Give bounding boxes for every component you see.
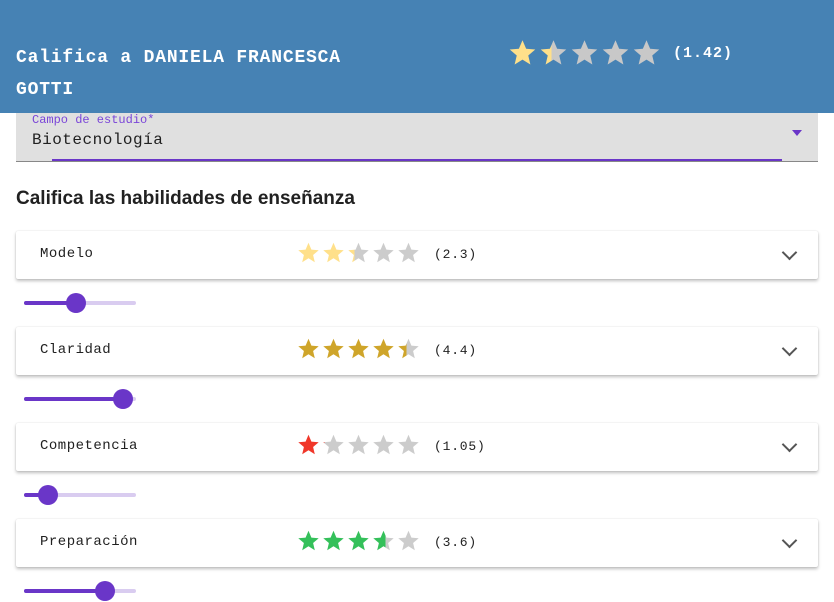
slider-thumb[interactable] <box>94 581 115 601</box>
slider-thumb[interactable] <box>112 389 133 409</box>
star-icon <box>398 242 419 263</box>
skill-slider-claridad[interactable] <box>24 389 136 409</box>
star-icon <box>298 338 319 359</box>
skill-rating-stars <box>296 337 421 361</box>
star-icon <box>348 530 369 551</box>
field-of-study-select[interactable]: Campo de estudio* Biotecnología <box>16 113 818 162</box>
skill-rating-stars <box>296 529 421 553</box>
chevron-down-icon[interactable] <box>781 436 798 453</box>
star-icon <box>398 338 419 359</box>
skill-rating-score: (1.05) <box>434 439 486 454</box>
star-icon <box>602 40 629 65</box>
field-underline <box>52 159 782 161</box>
chevron-down-icon[interactable] <box>781 340 798 357</box>
skill-card-preparacion[interactable]: Preparación (3.6) <box>16 519 818 567</box>
slider-fill <box>24 589 105 593</box>
star-icon <box>540 40 567 65</box>
star-icon <box>298 530 319 551</box>
skill-slider-modelo[interactable] <box>24 293 136 313</box>
app-header: Califica a DANIELA FRANCESCA GOTTI (1.42… <box>0 0 834 113</box>
skill-label: Modelo <box>40 246 94 262</box>
skill-rating-score: (4.4) <box>434 343 478 358</box>
dropdown-arrow-icon[interactable] <box>792 130 802 136</box>
skill-card-modelo[interactable]: Modelo (2.3) <box>16 231 818 279</box>
star-icon <box>373 434 394 455</box>
field-of-study-value[interactable]: Biotecnología <box>32 131 163 149</box>
star-icon <box>398 530 419 551</box>
star-icon <box>633 40 660 65</box>
star-icon <box>323 530 344 551</box>
skill-rating-score: (3.6) <box>434 535 478 550</box>
star-icon <box>571 40 598 65</box>
overall-rating-score: (1.42) <box>673 45 734 62</box>
slider-fill <box>24 397 123 401</box>
slider-thumb[interactable] <box>65 293 86 313</box>
star-icon <box>509 40 536 65</box>
skill-slider-competencia[interactable] <box>24 485 136 505</box>
skill-label: Competencia <box>40 438 138 454</box>
star-icon <box>398 434 419 455</box>
star-icon <box>298 242 319 263</box>
star-icon <box>373 338 394 359</box>
skill-rating-score: (2.3) <box>434 247 478 262</box>
star-icon <box>298 434 319 455</box>
page-title: Califica a DANIELA FRANCESCA GOTTI <box>16 48 341 100</box>
star-icon <box>348 338 369 359</box>
chevron-down-icon[interactable] <box>781 532 798 549</box>
star-icon <box>373 242 394 263</box>
section-title: Califica las habilidades de enseñanza <box>16 188 355 209</box>
star-icon <box>323 242 344 263</box>
field-of-study-label: Campo de estudio* <box>32 113 155 127</box>
chevron-down-icon[interactable] <box>781 244 798 261</box>
skill-slider-preparacion[interactable] <box>24 581 136 601</box>
slider-thumb[interactable] <box>37 485 58 505</box>
star-icon <box>323 338 344 359</box>
star-icon <box>348 242 369 263</box>
overall-rating-stars <box>507 38 662 68</box>
skill-rating-stars <box>296 241 421 265</box>
skill-label: Preparación <box>40 534 138 550</box>
star-icon <box>348 434 369 455</box>
skill-rating-stars <box>296 433 421 457</box>
star-icon <box>373 530 394 551</box>
star-icon <box>323 434 344 455</box>
skill-label: Claridad <box>40 342 112 358</box>
skill-card-competencia[interactable]: Competencia (1.05) <box>16 423 818 471</box>
skill-card-claridad[interactable]: Claridad (4.4) <box>16 327 818 375</box>
